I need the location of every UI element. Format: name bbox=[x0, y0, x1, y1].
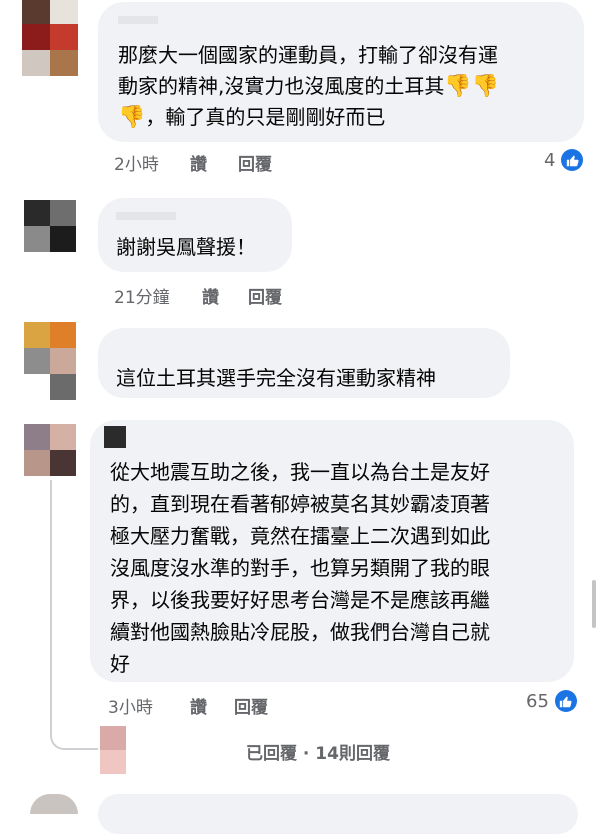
avatar-pixel bbox=[50, 348, 76, 374]
avatar-pixel bbox=[24, 348, 50, 374]
avatar-pixel bbox=[22, 0, 50, 24]
reply-action[interactable]: 回覆 bbox=[234, 693, 268, 718]
reply-action[interactable]: 回覆 bbox=[248, 283, 282, 308]
avatar-pixel bbox=[50, 322, 76, 348]
comment-meta: 21分鐘 讚 回覆 bbox=[114, 283, 282, 308]
view-replies-link[interactable]: 已回覆 · 14則回覆 bbox=[246, 739, 390, 764]
avatar-pixel bbox=[50, 226, 76, 252]
reply-action[interactable]: 回覆 bbox=[238, 150, 272, 175]
thumbs-up-icon bbox=[554, 690, 577, 712]
comment-line: 從大地震互助之後，我一直以為台土是友好 bbox=[110, 460, 490, 484]
comment-bubble: 這位土耳其選手完全沒有運動家精神 bbox=[98, 328, 510, 398]
avatar-pixel bbox=[50, 374, 76, 400]
avatar-pixel bbox=[50, 200, 76, 226]
replies-summary-text: 已回覆 · 14則回覆 bbox=[246, 744, 390, 764]
avatar-pixel bbox=[24, 322, 50, 348]
avatar-pixel bbox=[50, 50, 78, 76]
comment-line: 沒風度沒水準的對手，也算另類開了我的眼 bbox=[110, 556, 490, 580]
comment-bubble: 謝謝吳鳳聲援！ bbox=[98, 198, 292, 272]
like-action[interactable]: 讚 bbox=[202, 283, 248, 308]
thumbs-up-icon bbox=[561, 149, 584, 171]
comment-line: 續對他國熱臉貼冷屁股，做我們台灣自己就 bbox=[110, 620, 490, 644]
comment-line: 好 bbox=[110, 652, 130, 676]
comment-line: 極大壓力奮戰，竟然在擂臺上二次遇到如此 bbox=[110, 524, 490, 548]
comment-line: ，輸了真的只是剛剛好而已 bbox=[145, 105, 386, 129]
avatar[interactable] bbox=[24, 200, 76, 252]
redacted-name bbox=[118, 16, 158, 24]
comment-line: 動家的精神,沒實力也沒風度的土耳其 bbox=[118, 74, 445, 98]
comment-text: 從大地震互助之後，我一直以為台土是友好 的，直到現在看著郁婷被莫名其妙霸凌頂著 … bbox=[110, 456, 554, 680]
avatar-pixel bbox=[22, 50, 50, 76]
reaction-count[interactable]: 4 bbox=[544, 149, 584, 171]
comment-line: 界，以後我要好好思考台灣是不是應該再繼 bbox=[110, 588, 490, 612]
comment-bubble: 那麼大一個國家的運動員，打輸了卻沒有運 動家的精神,沒實力也沒風度的土耳其👎👎 … bbox=[98, 2, 584, 142]
like-count: 4 bbox=[544, 149, 556, 171]
avatar-pixel bbox=[22, 24, 50, 50]
comment-bubble: 從大地震互助之後，我一直以為台土是友好 的，直到現在看著郁婷被莫名其妙霸凌頂著 … bbox=[90, 420, 574, 682]
reaction-count[interactable]: 65 bbox=[526, 690, 577, 712]
like-action[interactable]: 讚 bbox=[190, 693, 234, 718]
thumbs-down-emoji: 👎👎 bbox=[444, 74, 500, 99]
avatar-pixel bbox=[50, 450, 76, 476]
avatar-pixel bbox=[50, 0, 78, 24]
avatar-pixel bbox=[24, 200, 50, 226]
avatar-pixel bbox=[24, 450, 50, 476]
comment-text: 那麼大一個國家的運動員，打輸了卻沒有運 動家的精神,沒實力也沒風度的土耳其👎👎 … bbox=[118, 40, 564, 133]
comment-meta: 2小時 讚 回覆 bbox=[114, 150, 272, 175]
avatar[interactable] bbox=[22, 0, 78, 76]
avatar-pixel bbox=[30, 794, 78, 814]
comment-time[interactable]: 2小時 bbox=[114, 150, 190, 175]
reply-avatar[interactable] bbox=[100, 726, 126, 774]
like-count: 65 bbox=[526, 690, 549, 712]
avatar-pixel bbox=[24, 374, 50, 400]
scrollbar[interactable] bbox=[592, 580, 596, 628]
avatar-pixel bbox=[50, 24, 78, 50]
avatar-pixel bbox=[100, 726, 126, 750]
redacted-name bbox=[104, 426, 126, 448]
redacted-name bbox=[116, 212, 176, 220]
avatar-pixel bbox=[24, 226, 50, 252]
like-action[interactable]: 讚 bbox=[190, 150, 238, 175]
avatar-pixel bbox=[24, 424, 50, 450]
comment-line: 那麼大一個國家的運動員，打輸了卻沒有運 bbox=[118, 43, 498, 67]
avatar-pixel bbox=[100, 750, 126, 774]
comment-line: 的，直到現在看著郁婷被莫名其妙霸凌頂著 bbox=[110, 492, 490, 516]
avatar[interactable] bbox=[24, 424, 76, 476]
avatar[interactable] bbox=[30, 794, 78, 814]
comment-bubble bbox=[98, 794, 578, 834]
avatar[interactable] bbox=[24, 322, 76, 400]
comment-text: 謝謝吳鳳聲援！ bbox=[116, 235, 256, 259]
thumbs-down-emoji: 👎 bbox=[118, 105, 146, 130]
comment-time[interactable]: 21分鐘 bbox=[114, 283, 202, 308]
avatar-pixel bbox=[50, 424, 76, 450]
comment-text: 這位土耳其選手完全沒有運動家精神 bbox=[116, 366, 436, 390]
comment-meta: 3小時 讚 回覆 bbox=[108, 693, 268, 718]
comment-time[interactable]: 3小時 bbox=[108, 693, 190, 718]
